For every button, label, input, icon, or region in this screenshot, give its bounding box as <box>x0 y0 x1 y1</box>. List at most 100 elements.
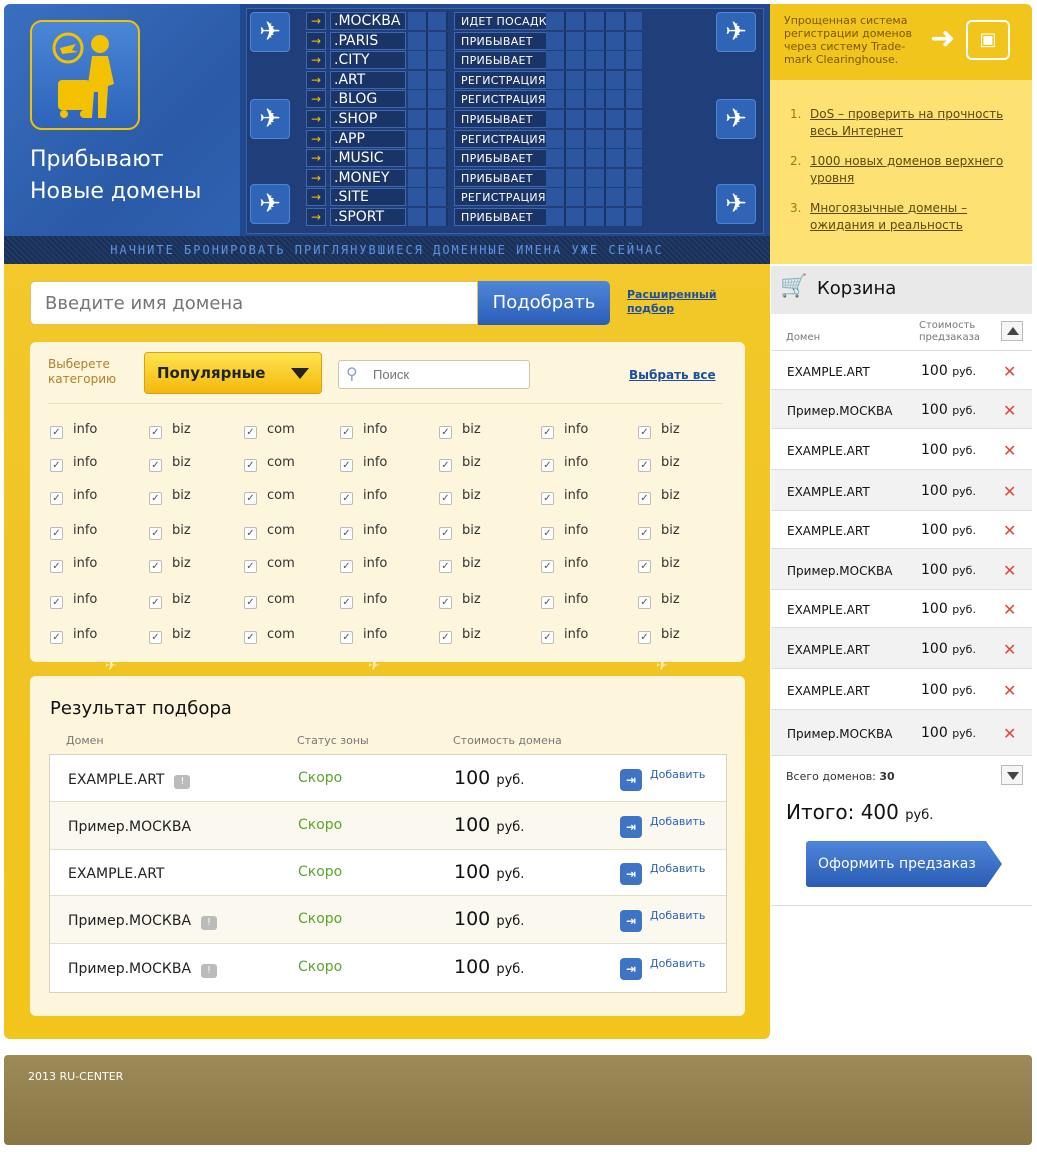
zone-checkbox[interactable]: ✓ biz <box>439 627 481 644</box>
scroll-down-button[interactable] <box>1001 765 1023 785</box>
news-link[interactable]: 1000 новых доменов верхнего уровня <box>810 153 1020 187</box>
zone-checkbox[interactable]: ✓ biz <box>439 422 481 439</box>
info-badge[interactable]: ! <box>174 775 191 789</box>
zone-checkbox[interactable]: ✓ biz <box>149 556 191 573</box>
remove-icon[interactable]: ✕ <box>1003 482 1016 501</box>
zone-checkbox[interactable]: ✓ info <box>50 523 97 540</box>
zone-checkbox[interactable]: ✓ info <box>541 592 588 609</box>
zone-checkbox[interactable]: ✓ biz <box>149 523 191 540</box>
zone-checkbox[interactable]: ✓ info <box>340 455 387 472</box>
zone-checkbox[interactable]: ✓ info <box>340 523 387 540</box>
remove-icon[interactable]: ✕ <box>1003 681 1016 700</box>
zone-checkbox[interactable]: ✓ info <box>50 627 97 644</box>
zone-checkbox[interactable]: ✓ info <box>541 422 588 439</box>
zone-checkbox[interactable]: ✓ com <box>244 592 295 609</box>
result-status: Скоро <box>298 911 343 927</box>
price-value: 100 <box>921 641 948 657</box>
zone-checkbox[interactable]: ✓ info <box>340 592 387 609</box>
chevron-down-icon <box>1007 772 1019 780</box>
zone-checkbox[interactable]: ✓ biz <box>149 422 191 439</box>
info-badge[interactable]: ! <box>201 916 218 930</box>
zone-checkbox[interactable]: ✓ info <box>541 627 588 644</box>
zone-checkbox[interactable]: ✓ biz <box>439 556 481 573</box>
zone-checkbox[interactable]: ✓ biz <box>149 455 191 472</box>
remove-icon[interactable]: ✕ <box>1003 561 1016 580</box>
zone-checkbox[interactable]: ✓ biz <box>638 627 680 644</box>
zone-checkbox[interactable]: ✓ info <box>340 488 387 505</box>
add-to-cart-button[interactable]: ⇥ Добавить <box>620 909 705 932</box>
remove-icon[interactable]: ✕ <box>1003 640 1016 659</box>
news-link[interactable]: Многоязычные домены – ожидания и реально… <box>810 200 1020 234</box>
add-to-cart-button[interactable]: ⇥ Добавить <box>620 768 705 791</box>
preorder-button[interactable]: Оформить предзаказ <box>806 841 1002 887</box>
pick-button[interactable]: Подобрать <box>478 281 610 325</box>
zone-checkbox[interactable]: ✓ info <box>50 556 97 573</box>
remove-icon[interactable]: ✕ <box>1003 401 1016 420</box>
price-currency: руб. <box>496 773 525 788</box>
zone-checkbox[interactable]: ✓ biz <box>638 523 680 540</box>
checkmark-icon: ✓ <box>149 560 162 573</box>
zone-checkbox[interactable]: ✓ biz <box>439 592 481 609</box>
total-domains-label: Всего доменов: <box>786 770 876 783</box>
zone-checkbox[interactable]: ✓ com <box>244 422 295 439</box>
zone-checkbox[interactable]: ✓ info <box>541 523 588 540</box>
zone-checkbox[interactable]: ✓ com <box>244 523 295 540</box>
add-to-cart-button[interactable]: ⇥ Добавить <box>620 815 705 838</box>
cart-domain: EXAMPLE.ART <box>787 643 870 657</box>
zone-checkbox[interactable]: ✓ info <box>340 627 387 644</box>
zone-checkbox[interactable]: ✓ info <box>340 422 387 439</box>
zone-checkbox[interactable]: ✓ biz <box>149 488 191 505</box>
zone-checkbox[interactable]: ✓ biz <box>439 455 481 472</box>
zone-checkbox[interactable]: ✓ info <box>50 455 97 472</box>
select-all-link[interactable]: Выбрать все <box>629 368 716 382</box>
zone-checkbox[interactable]: ✓ biz <box>638 422 680 439</box>
zone-checkbox[interactable]: ✓ com <box>244 488 295 505</box>
checkmark-icon: ✓ <box>638 492 651 505</box>
zone-checkbox[interactable]: ✓ info <box>50 488 97 505</box>
add-to-cart-button[interactable]: ⇥ Добавить <box>620 957 705 980</box>
zone-checkbox[interactable]: ✓ info <box>340 556 387 573</box>
zone-checkbox[interactable]: ✓ biz <box>638 592 680 609</box>
cart-domain: EXAMPLE.ART <box>787 603 870 617</box>
category-filter-input[interactable] <box>338 360 530 389</box>
zone-checkbox[interactable]: ✓ biz <box>638 556 680 573</box>
zone-checkbox[interactable]: ✓ com <box>244 627 295 644</box>
category-dropdown[interactable]: Популярные <box>144 352 322 394</box>
zone-checkbox[interactable]: ✓ info <box>541 455 588 472</box>
arrow-right-icon: → <box>306 12 326 30</box>
domain-search-input[interactable] <box>30 281 478 325</box>
add-to-cart-button[interactable]: ⇥ Добавить <box>620 862 705 885</box>
zone-checkbox[interactable]: ✓ info <box>541 488 588 505</box>
zone-checkbox[interactable]: ✓ info <box>50 422 97 439</box>
zone-checkbox[interactable]: ✓ com <box>244 556 295 573</box>
zone-checkbox[interactable]: ✓ biz <box>149 592 191 609</box>
zone-checkbox[interactable]: ✓ biz <box>638 455 680 472</box>
zone-checkbox[interactable]: ✓ info <box>541 556 588 573</box>
info-badge[interactable]: ! <box>201 964 218 978</box>
scroll-up-button[interactable] <box>1001 321 1023 341</box>
board-cells <box>408 188 448 207</box>
promo-text: Упрощенная система регистрации доменов ч… <box>784 14 912 66</box>
news-link[interactable]: DoS – проверить на прочность весь Интерн… <box>810 106 1020 140</box>
zone-label: info <box>73 556 98 571</box>
zone-checkbox[interactable]: ✓ biz <box>439 523 481 540</box>
zone-checkbox[interactable]: ✓ info <box>50 592 97 609</box>
remove-icon[interactable]: ✕ <box>1003 441 1016 460</box>
remove-icon[interactable]: ✕ <box>1003 362 1016 381</box>
advanced-search-link[interactable]: Расширенный подбор <box>627 288 737 316</box>
remove-icon[interactable]: ✕ <box>1003 521 1016 540</box>
promo-banner[interactable]: Упрощенная система регистрации доменов ч… <box>770 4 1032 80</box>
zone-checkbox[interactable]: ✓ biz <box>149 627 191 644</box>
zone-checkbox[interactable]: ✓ biz <box>638 488 680 505</box>
zone-checkbox[interactable]: ✓ com <box>244 455 295 472</box>
checkmark-icon: ✓ <box>439 596 452 609</box>
remove-icon[interactable]: ✕ <box>1003 600 1016 619</box>
zone-checkbox[interactable]: ✓ biz <box>439 488 481 505</box>
board-cells <box>546 188 642 207</box>
remove-icon[interactable]: ✕ <box>1003 724 1016 743</box>
zone-label: info <box>363 455 388 470</box>
checkmark-icon: ✓ <box>541 459 554 472</box>
price-currency: руб. <box>952 684 976 697</box>
zone-label: info <box>73 523 98 538</box>
cart-price: 100 руб. <box>921 483 976 499</box>
